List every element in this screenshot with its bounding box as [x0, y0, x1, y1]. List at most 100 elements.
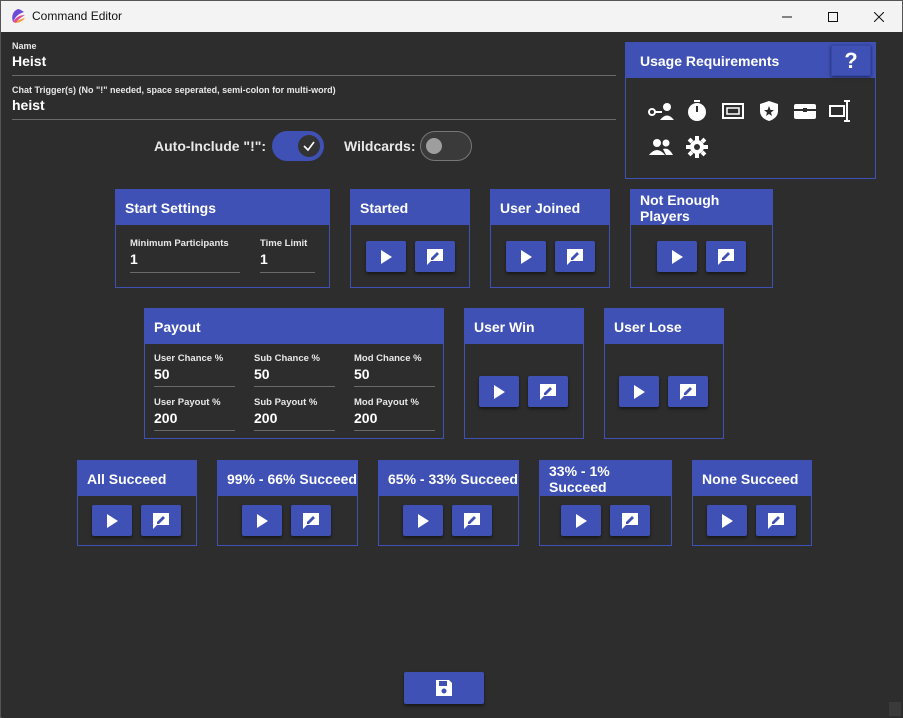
edit-message-button[interactable]: [415, 241, 455, 272]
time-limit-label: Time Limit: [260, 238, 308, 249]
panel-title: Started: [360, 199, 409, 216]
time-limit-field[interactable]: Time Limit 1: [260, 238, 315, 273]
play-button[interactable]: [479, 376, 519, 407]
panel-title: User Lose: [614, 318, 682, 335]
play-icon: [494, 384, 505, 399]
sub-payout-field[interactable]: Sub Payout % 200: [254, 397, 335, 431]
edit-message-icon: [464, 512, 480, 529]
mod-payout-label: Mod Payout %: [354, 397, 419, 408]
min-participants-label: Minimum Participants: [130, 238, 229, 249]
time-limit-input[interactable]: 1: [260, 251, 315, 267]
edit-message-button[interactable]: [528, 376, 568, 407]
none-succeed-panel: None Succeed: [692, 460, 812, 546]
save-button[interactable]: [404, 672, 484, 704]
edit-message-button[interactable]: [291, 505, 331, 536]
currency-icon[interactable]: [720, 99, 746, 123]
user-chance-label: User Chance %: [154, 353, 224, 364]
user-payout-input[interactable]: 200: [154, 410, 235, 426]
succeed-65-33-panel: 65% - 33% Succeed: [378, 460, 519, 546]
text-input-icon[interactable]: [828, 99, 854, 123]
play-button[interactable]: [403, 505, 443, 536]
edit-message-button[interactable]: [756, 505, 796, 536]
edit-message-button[interactable]: [610, 505, 650, 536]
start-settings-title: Start Settings: [125, 199, 217, 216]
panel-title: Not Enough Players: [640, 191, 720, 224]
panel-title: 33% - 1% Succeed: [549, 462, 610, 495]
chat-trigger-field[interactable]: Chat Trigger(s) (No "!" needed, space se…: [12, 85, 616, 120]
usage-requirements-title: Usage Requirements: [640, 52, 780, 69]
edit-message-button[interactable]: [141, 505, 181, 536]
edit-message-button[interactable]: [555, 241, 595, 272]
user-chance-input[interactable]: 50: [154, 366, 235, 382]
badge-star-icon[interactable]: [756, 99, 782, 123]
play-icon: [257, 513, 268, 528]
play-button[interactable]: [92, 505, 132, 536]
mod-chance-field[interactable]: Mod Chance % 50: [354, 353, 435, 387]
succeed-33-1-panel: 33% - 1% Succeed: [539, 460, 672, 546]
mod-payout-input[interactable]: 200: [354, 410, 435, 426]
toggle-row: Auto-Include "!": Wildcards:: [154, 131, 472, 161]
play-icon: [576, 513, 587, 528]
min-participants-input[interactable]: 1: [130, 251, 240, 267]
play-button[interactable]: [242, 505, 282, 536]
maximize-button[interactable]: [810, 1, 856, 32]
panel-title: 65% - 33% Succeed: [388, 470, 518, 487]
user-win-panel: User Win: [464, 308, 584, 439]
sub-chance-label: Sub Chance %: [254, 353, 320, 364]
play-button[interactable]: [506, 241, 546, 272]
panel-title: All Succeed: [87, 470, 167, 487]
mod-chance-label: Mod Chance %: [354, 353, 422, 364]
sub-chance-input[interactable]: 50: [254, 366, 335, 382]
not-enough-players-panel: Not Enough Players: [630, 189, 773, 288]
play-button[interactable]: [657, 241, 697, 272]
panel-title: 99% - 66% Succeed: [227, 470, 357, 487]
minimize-button[interactable]: [764, 1, 810, 32]
play-button[interactable]: [619, 376, 659, 407]
sub-chance-field[interactable]: Sub Chance % 50: [254, 353, 335, 387]
resize-grip[interactable]: [889, 702, 901, 716]
chat-trigger-input[interactable]: heist: [12, 97, 616, 113]
save-icon: [436, 680, 452, 696]
name-input[interactable]: Heist: [12, 53, 616, 69]
play-button[interactable]: [561, 505, 601, 536]
user-joined-panel: User Joined: [490, 189, 610, 288]
edit-message-icon: [540, 383, 556, 400]
edit-message-icon: [427, 248, 443, 265]
play-icon: [672, 249, 683, 264]
mod-payout-field[interactable]: Mod Payout % 200: [354, 397, 435, 431]
help-button[interactable]: ?: [831, 45, 871, 76]
edit-message-button[interactable]: [706, 241, 746, 272]
user-chance-field[interactable]: User Chance % 50: [154, 353, 235, 387]
settings-icon[interactable]: [684, 135, 710, 159]
users-icon[interactable]: [648, 135, 674, 159]
minimize-icon: [782, 16, 792, 17]
edit-message-icon: [622, 512, 638, 529]
user-payout-field[interactable]: User Payout % 200: [154, 397, 235, 431]
edit-message-icon: [153, 512, 169, 529]
name-field[interactable]: Name Heist: [12, 41, 616, 76]
min-participants-field[interactable]: Minimum Participants 1: [130, 238, 240, 273]
sub-payout-label: Sub Payout %: [254, 397, 318, 408]
sub-payout-input[interactable]: 200: [254, 410, 335, 426]
play-button[interactable]: [366, 241, 406, 272]
edit-message-icon: [680, 383, 696, 400]
play-icon: [381, 249, 392, 264]
auto-include-toggle[interactable]: [272, 131, 325, 161]
play-icon: [107, 513, 118, 528]
timer-icon[interactable]: [684, 99, 710, 123]
key-user-icon[interactable]: [648, 99, 674, 123]
edit-message-button[interactable]: [452, 505, 492, 536]
command-editor-window: Command Editor Name Heist Chat Trigger(s…: [0, 0, 903, 718]
mod-chance-input[interactable]: 50: [354, 366, 435, 382]
payout-title: Payout: [154, 318, 201, 335]
window-title: Command Editor: [32, 9, 123, 23]
wildcards-toggle[interactable]: [419, 131, 472, 161]
payout-panel: Payout User Chance % 50 Sub Chance % 50 …: [144, 308, 444, 439]
play-button[interactable]: [707, 505, 747, 536]
edit-message-button[interactable]: [668, 376, 708, 407]
close-button[interactable]: [856, 1, 902, 32]
edit-message-icon: [768, 512, 784, 529]
succeed-99-66-panel: 99% - 66% Succeed: [217, 460, 358, 546]
chest-icon[interactable]: [792, 99, 818, 123]
play-icon: [634, 384, 645, 399]
